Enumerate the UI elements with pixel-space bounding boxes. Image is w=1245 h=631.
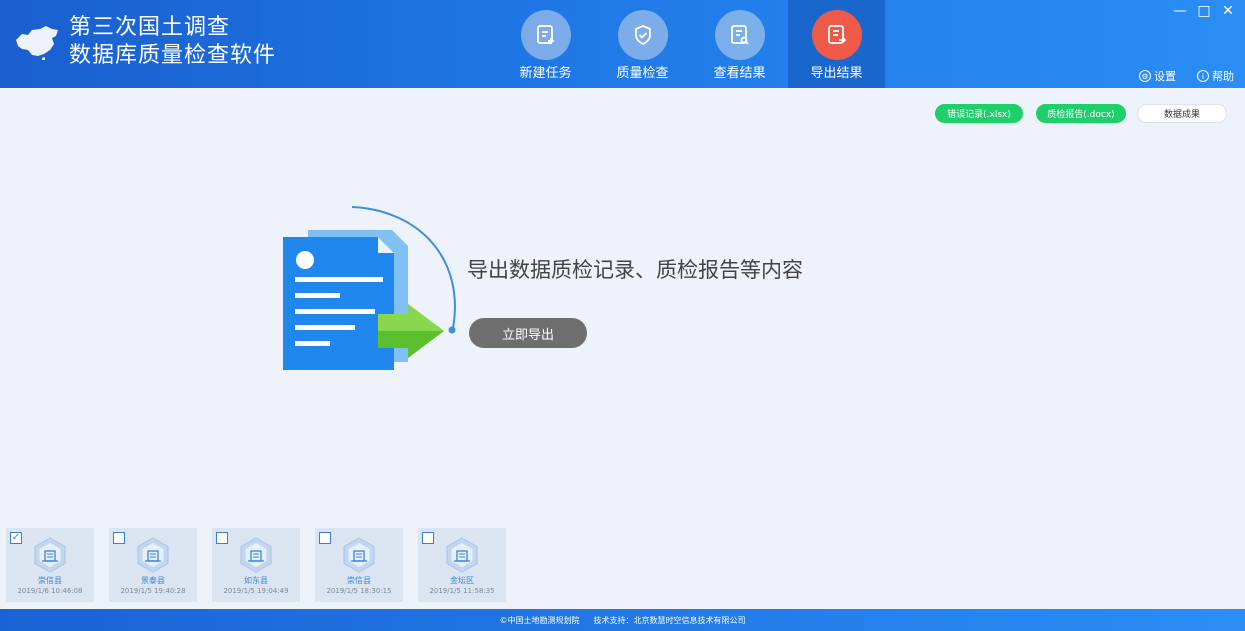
task-card[interactable]: 崇信县 2019/1/5 18:30:15 xyxy=(315,528,403,602)
data-result-chip[interactable]: 数据成果 xyxy=(1137,104,1227,123)
export-now-button[interactable]: 立即导出 xyxy=(469,318,587,348)
view-result-icon xyxy=(715,10,765,60)
app-title: 第三次国土调查 数据库质量检查软件 xyxy=(69,14,276,70)
china-map-logo-icon xyxy=(16,26,58,60)
new-task-icon xyxy=(521,10,571,60)
task-time: 2019/1/6 10:46:08 xyxy=(17,587,83,595)
window-controls: — □ ✕ xyxy=(1171,2,1237,20)
nav-view-result[interactable]: 查看结果 xyxy=(691,0,788,88)
settings-label: 设置 xyxy=(1154,70,1176,83)
nav-view-result-label: 查看结果 xyxy=(713,66,766,81)
nav-export-result-label: 导出结果 xyxy=(810,66,863,81)
app-title-line1: 第三次国土调查 xyxy=(69,15,231,40)
building-hex-icon xyxy=(34,537,66,573)
footer-support: 技术支持：北京数慧时空信息技术有限公司 xyxy=(593,615,746,625)
error-record-chip[interactable]: 错误记录(.xlsx) xyxy=(935,104,1023,123)
task-time: 2019/1/5 19:04:49 xyxy=(223,587,289,595)
qc-report-chip[interactable]: 质检报告(.docx) xyxy=(1036,104,1126,123)
maximize-button[interactable]: □ xyxy=(1195,2,1213,20)
task-list: ✓ 崇信县 2019/1/6 10:46:08 景泰县 2019/1/5 19:… xyxy=(6,528,506,602)
export-document-illustration xyxy=(283,206,456,370)
nav-quality-check[interactable]: 质量检查 xyxy=(594,0,691,88)
building-hex-icon xyxy=(446,537,478,573)
task-card[interactable]: ✓ 崇信县 2019/1/6 10:46:08 xyxy=(6,528,94,602)
gear-icon: ⚙ xyxy=(1139,70,1151,82)
task-time: 2019/1/5 19:40:28 xyxy=(120,587,186,595)
nav-new-task-label: 新建任务 xyxy=(519,66,572,81)
minimize-button[interactable]: — xyxy=(1171,2,1189,20)
export-result-icon xyxy=(812,10,862,60)
task-card[interactable]: 景泰县 2019/1/5 19:40:28 xyxy=(109,528,197,602)
task-checkbox[interactable] xyxy=(319,532,331,544)
export-heading: 导出数据质检记录、质检报告等内容 xyxy=(467,258,803,282)
building-hex-icon xyxy=(137,537,169,573)
footer: ©中国土地勘测规划院 技术支持：北京数慧时空信息技术有限公司 xyxy=(0,609,1245,631)
task-time: 2019/1/5 11:58:35 xyxy=(429,587,495,595)
building-hex-icon xyxy=(343,537,375,573)
nav-new-task[interactable]: 新建任务 xyxy=(497,0,594,88)
main-nav: 新建任务 质量检查 查看结果 导出结果 xyxy=(497,0,885,88)
task-name: 景泰县 xyxy=(141,576,165,585)
building-hex-icon xyxy=(240,537,272,573)
settings-link[interactable]: ⚙ 设置 xyxy=(1139,68,1176,84)
help-link[interactable]: i 帮助 xyxy=(1197,68,1234,84)
app-header: 第三次国土调查 数据库质量检查软件 新建任务 质量检查 查看结果 导出结果 — … xyxy=(0,0,1245,88)
info-icon: i xyxy=(1197,70,1209,82)
app-title-line2: 数据库质量检查软件 xyxy=(69,43,277,68)
nav-quality-check-label: 质量检查 xyxy=(616,66,669,81)
task-checkbox[interactable] xyxy=(422,532,434,544)
task-name: 金坛区 xyxy=(450,576,474,585)
task-name: 崇信县 xyxy=(347,576,371,585)
footer-copyright: ©中国土地勘测规划院 xyxy=(499,615,580,625)
task-checkbox[interactable]: ✓ xyxy=(10,532,22,544)
nav-export-result[interactable]: 导出结果 xyxy=(788,0,885,88)
task-checkbox[interactable] xyxy=(216,532,228,544)
shield-check-icon xyxy=(618,10,668,60)
task-name: 如东县 xyxy=(244,576,268,585)
task-card[interactable]: 金坛区 2019/1/5 11:58:35 xyxy=(418,528,506,602)
close-button[interactable]: ✕ xyxy=(1219,2,1237,20)
task-time: 2019/1/5 18:30:15 xyxy=(326,587,392,595)
task-checkbox[interactable] xyxy=(113,532,125,544)
task-name: 崇信县 xyxy=(38,576,62,585)
task-card[interactable]: 如东县 2019/1/5 19:04:49 xyxy=(212,528,300,602)
help-label: 帮助 xyxy=(1212,70,1234,83)
